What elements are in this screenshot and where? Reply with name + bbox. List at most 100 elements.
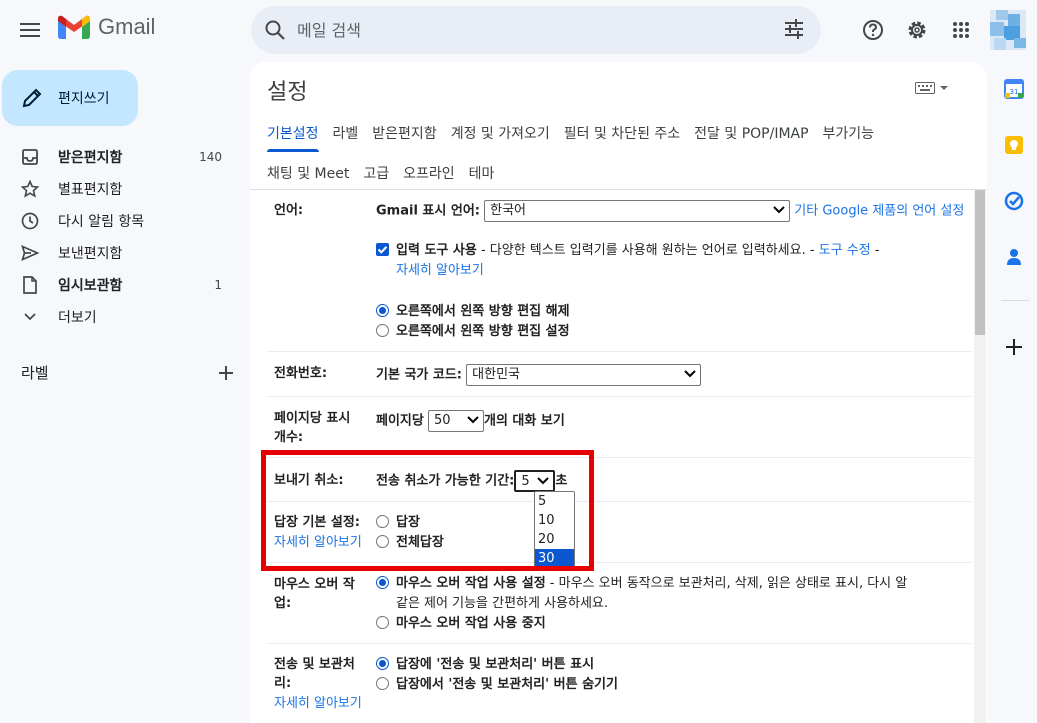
calendar-icon: 31 [1004, 79, 1024, 99]
input-tools-toggle[interactable] [915, 82, 949, 94]
tab-accounts[interactable]: 계정 및 가져오기 [444, 114, 557, 152]
page-size-suffix: 개의 대화 보기 [483, 413, 565, 429]
hover-actions-label: 마우스 오버 작 업: [274, 577, 355, 611]
sidebar-item-snoozed[interactable]: 다시 알림 항목 [0, 205, 240, 237]
undo-send-option-10[interactable]: 10 [535, 511, 574, 530]
undo-send-dropdown-list: 5 10 20 30 [534, 491, 575, 568]
tasks-app-button[interactable] [1003, 190, 1025, 212]
rtl-on-radio[interactable] [376, 324, 389, 337]
settings-scrollbar[interactable] [974, 190, 986, 723]
main-menu-button[interactable] [10, 10, 50, 50]
unread-count: 140 [199, 150, 222, 164]
get-addons-button[interactable] [1003, 336, 1025, 358]
hover-off-radio[interactable] [376, 616, 389, 629]
pencil-icon [22, 88, 42, 108]
rtl-off-radio[interactable] [376, 304, 389, 317]
settings-tabs: 기본설정 라벨 받은편지함 계정 및 가져오기 필터 및 차단된 주소 전달 및… [260, 114, 980, 192]
undo-send-row: 보내기 취소: 전송 취소가 가능한 기간: 5 초 [267, 458, 971, 502]
caret-down-icon [940, 86, 948, 90]
input-tools-description: - 다양한 텍스트 입력기를 사용해 원하는 언어로 입력하세요. - [476, 243, 819, 258]
reply-all-option-label: 전체답장 [396, 535, 444, 550]
rtl-off-option[interactable]: 오른쪽에서 왼쪽 방향 편집 해제 [376, 302, 570, 322]
country-code-label: 기본 국가 코드: [376, 367, 463, 383]
rtl-on-option[interactable]: 오른쪽에서 왼쪽 방향 편집 설정 [376, 322, 570, 342]
contacts-app-button[interactable] [1003, 246, 1025, 268]
tab-inbox[interactable]: 받은편지함 [365, 114, 443, 152]
hover-on-radio[interactable] [376, 576, 389, 589]
tab-addons[interactable]: 부가기능 [816, 114, 882, 152]
send-archive-label: 전송 및 보관처 리: [274, 657, 355, 691]
sidebar-item-sent[interactable]: 보낸편지함 [0, 237, 240, 269]
support-button[interactable] [853, 10, 893, 50]
scroll-thumb[interactable] [975, 190, 985, 335]
send-archive-row: 전송 및 보관처 리: 자세히 알아보기 답장에 '전송 및 보관처리' 버튼 표… [267, 644, 971, 723]
account-avatar[interactable] [990, 10, 1026, 50]
tasks-check-icon [1004, 191, 1024, 211]
phone-label: 전화번호: [274, 366, 328, 381]
tab-offline[interactable]: 오프라인 [396, 154, 462, 192]
reply-radio[interactable] [376, 515, 389, 528]
edit-tools-link[interactable]: 도구 수정 [819, 243, 871, 258]
chevron-down-icon [24, 313, 36, 321]
tab-forwarding[interactable]: 전달 및 POP/IMAP [687, 114, 815, 152]
sidebar-item-starred[interactable]: 별표편지함 [0, 173, 240, 205]
check-icon [377, 246, 388, 254]
undo-send-option-20[interactable]: 20 [535, 530, 574, 549]
tab-advanced[interactable]: 고급 [356, 154, 396, 192]
sidebar-nav: 받은편지함 140 별표편지함 다시 알림 항목 보낸편지함 임시보관함 1 더… [0, 141, 240, 333]
google-apps-button[interactable] [941, 10, 981, 50]
phone-row: 전화번호: 기본 국가 코드: 대한민국 [267, 352, 971, 397]
send-archive-show-option[interactable]: 답장에 '전송 및 보관처리' 버튼 표시 [376, 655, 594, 675]
search-input[interactable] [297, 20, 757, 40]
tab-filters[interactable]: 필터 및 차단된 주소 [557, 114, 687, 152]
hover-on-label: 마우스 오버 작업 사용 설정 [396, 576, 546, 591]
hover-on-option[interactable]: 마우스 오버 작업 사용 설정 - 마우스 오버 동작으로 보관처리, 삭제, … [376, 574, 907, 594]
compose-button[interactable]: 편지쓰기 [2, 70, 138, 126]
keep-app-button[interactable] [1003, 134, 1025, 156]
tab-themes[interactable]: 테마 [462, 154, 502, 192]
send-archive-show-label: 답장에 '전송 및 보관처리' 버튼 표시 [396, 657, 595, 672]
send-archive-show-radio[interactable] [376, 657, 389, 670]
tab-general[interactable]: 기본설정 [260, 114, 326, 152]
other-products-language-link[interactable]: 기타 Google 제품의 언어 설정 [794, 204, 964, 219]
chevron-down-icon [684, 370, 696, 378]
calendar-app-button[interactable]: 31 [1003, 78, 1025, 100]
search-icon[interactable] [263, 18, 287, 42]
send-archive-hide-option[interactable]: 답장에서 '전송 및 보관처리' 버튼 숨기기 [376, 675, 618, 695]
page-size-select[interactable]: 50 [427, 410, 484, 432]
rtl-on-label: 오른쪽에서 왼쪽 방향 편집 설정 [396, 324, 570, 339]
tab-chat-meet[interactable]: 채팅 및 Meet [260, 154, 356, 192]
plus-icon [1006, 339, 1022, 355]
gmail-m-icon [58, 15, 90, 39]
sidebar-item-inbox[interactable]: 받은편지함 140 [0, 141, 240, 173]
country-code-select[interactable]: 대한민국 [466, 364, 702, 386]
settings-button[interactable] [897, 10, 937, 50]
input-tools-checkbox[interactable] [376, 243, 389, 256]
settings-content: 언어: Gmail 표시 언어: 한국어 기타 Google 제품의 언어 설정… [250, 190, 972, 723]
sidebar-item-drafts[interactable]: 임시보관함 1 [0, 269, 240, 301]
send-archive-hide-radio[interactable] [376, 677, 389, 690]
reply-all-radio[interactable] [376, 535, 389, 548]
reply-option[interactable]: 답장 [376, 513, 420, 533]
search-bar[interactable] [251, 6, 821, 54]
display-language-select[interactable]: 한국어 [484, 200, 791, 222]
undo-send-option-30[interactable]: 30 [535, 549, 574, 568]
hover-off-label: 마우스 오버 작업 사용 중지 [396, 616, 546, 631]
send-archive-learn-more-link[interactable]: 자세히 알아보기 [274, 696, 362, 711]
input-tools-learn-more-link[interactable]: 자세히 알아보기 [396, 263, 484, 278]
undo-send-option-5[interactable]: 5 [535, 492, 574, 511]
hover-on-description-cont: 같은 제어 기능을 간편하게 사용하세요. [396, 596, 609, 611]
reply-learn-more-link[interactable]: 자세히 알아보기 [274, 535, 362, 550]
clock-icon [21, 212, 39, 230]
undo-send-period-select[interactable]: 5 [514, 470, 556, 492]
search-options-icon[interactable] [783, 18, 805, 40]
tab-labels[interactable]: 라벨 [326, 114, 366, 152]
gmail-logo[interactable]: Gmail [58, 14, 155, 40]
rtl-off-label: 오른쪽에서 왼쪽 방향 편집 해제 [396, 304, 570, 319]
add-label-icon[interactable] [219, 365, 233, 380]
reply-all-option[interactable]: 전체답장 [376, 533, 444, 553]
display-language-label: Gmail 표시 언어: [376, 203, 480, 219]
sidebar-item-label: 다시 알림 항목 [58, 214, 145, 230]
hover-off-option[interactable]: 마우스 오버 작업 사용 중지 [376, 614, 546, 634]
sidebar-item-more[interactable]: 더보기 [0, 301, 240, 333]
